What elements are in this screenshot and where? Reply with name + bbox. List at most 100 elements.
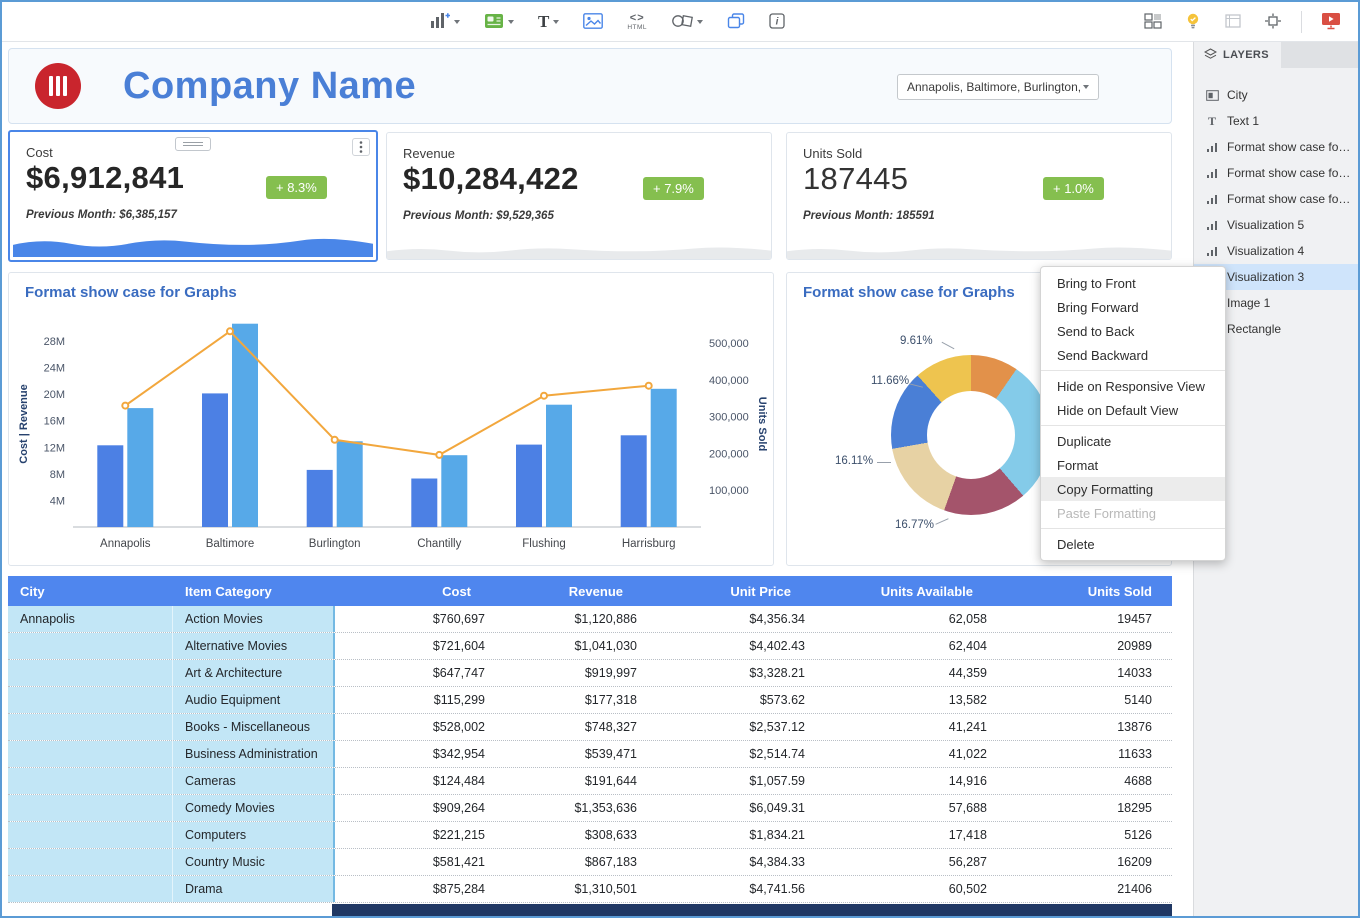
cell-value: $748,327: [497, 714, 649, 740]
menu-item-format[interactable]: Format: [1041, 453, 1225, 477]
insert-html-button[interactable]: <> HTML: [624, 10, 650, 35]
kpi-change-badge: + 8.3%: [266, 176, 327, 199]
rectangle-widget[interactable]: [332, 904, 1172, 916]
layer-item-text-1[interactable]: TText 1: [1194, 108, 1358, 134]
cell-city: [8, 795, 173, 821]
drag-handle[interactable]: [175, 137, 211, 151]
cell-value: 21406: [999, 876, 1172, 902]
cell-city: [8, 741, 173, 767]
kebab-icon: [359, 140, 363, 154]
data-table-widget[interactable]: CityItem CategoryCostRevenueUnit PriceUn…: [8, 576, 1172, 903]
cell-value: $721,604: [335, 633, 497, 659]
layer-item-label: Visualization 5: [1227, 218, 1304, 232]
kpi-card-revenue[interactable]: Revenue $10,284,422 + 7.9% Previous Mont…: [386, 132, 772, 260]
combo-chart: 4M8M12M16M20M24M28M100,000200,000300,000…: [13, 309, 769, 563]
cell-value: $1,120,886: [497, 606, 649, 632]
cell-value: 13876: [999, 714, 1172, 740]
sparkline-wave: [387, 245, 771, 259]
menu-item-copy-formatting[interactable]: Copy Formatting: [1041, 477, 1225, 501]
table-row: Art & Architecture$647,747$919,997$3,328…: [8, 660, 1172, 687]
city-filter-dropdown[interactable]: Annapolis, Baltimore, Burlington, …: [897, 74, 1099, 100]
cell-value: 5126: [999, 822, 1172, 848]
frame-button[interactable]: [1221, 10, 1245, 35]
cell-category: Cameras: [173, 768, 335, 794]
column-header-units-sold[interactable]: Units Sold: [999, 576, 1172, 606]
widget-menu-button[interactable]: [352, 138, 370, 156]
cell-city: [8, 822, 173, 848]
menu-separator: [1041, 370, 1225, 371]
cell-value: 11633: [999, 741, 1172, 767]
column-header-item-category[interactable]: Item Category: [173, 576, 335, 606]
insert-text-button[interactable]: T: [535, 9, 562, 35]
combo-chart-widget[interactable]: Format show case for Graphs 4M8M12M16M20…: [8, 272, 774, 566]
insert-chart-button[interactable]: [427, 9, 463, 36]
view-tools-group: [1141, 2, 1344, 42]
cell-value: 20989: [999, 633, 1172, 659]
dashboard-header-widget[interactable]: Company Name Annapolis, Baltimore, Burli…: [8, 48, 1172, 124]
donut-label: 11.66%: [871, 375, 909, 387]
menu-item-delete[interactable]: Delete: [1041, 532, 1225, 556]
menu-item-hide-on-default-view[interactable]: Hide on Default View: [1041, 398, 1225, 422]
cell-value: 41,022: [817, 741, 999, 767]
cell-value: 60,502: [817, 876, 999, 902]
layer-item-format-show-case-for[interactable]: Format show case for ...: [1194, 186, 1358, 212]
top-toolbar: T <> HTML i: [2, 2, 1358, 42]
duplicate-widget-button[interactable]: [724, 10, 748, 35]
cell-value: $867,183: [497, 849, 649, 875]
chart-title: Format show case for Graphs: [803, 284, 1015, 301]
svg-text:24M: 24M: [44, 363, 65, 375]
layers-tab[interactable]: LAYERS: [1194, 42, 1281, 68]
sparkline-wave: [13, 235, 373, 257]
cell-city: [8, 876, 173, 902]
menu-item-send-to-back[interactable]: Send to Back: [1041, 319, 1225, 343]
cell-city: [8, 768, 173, 794]
layout-button[interactable]: [1141, 10, 1165, 35]
cell-value: $573.62: [649, 687, 817, 713]
menu-item-bring-forward[interactable]: Bring Forward: [1041, 295, 1225, 319]
info-button[interactable]: i: [766, 10, 788, 35]
menu-item-bring-to-front[interactable]: Bring to Front: [1041, 271, 1225, 295]
menu-item-hide-on-responsive-view[interactable]: Hide on Responsive View: [1041, 374, 1225, 398]
insert-image-button[interactable]: [580, 10, 606, 35]
layer-item-city[interactable]: City: [1194, 82, 1358, 108]
cell-category: Audio Equipment: [173, 687, 335, 713]
theme-picker-button[interactable]: [481, 10, 517, 35]
cell-value: $875,284: [335, 876, 497, 902]
svg-text:i: i: [776, 16, 779, 27]
kpi-card-units-sold[interactable]: Units Sold 187445 + 1.0% Previous Month:…: [786, 132, 1172, 260]
column-header-city[interactable]: City: [8, 576, 173, 606]
insights-button[interactable]: [1181, 9, 1205, 36]
shapes-icon: [671, 13, 693, 32]
company-name-title: Company Name: [123, 65, 416, 108]
menu-item-send-backward[interactable]: Send Backward: [1041, 343, 1225, 367]
cell-value: 5140: [999, 687, 1172, 713]
column-header-unit-price[interactable]: Unit Price: [649, 576, 817, 606]
column-header-units-available[interactable]: Units Available: [817, 576, 999, 606]
layout-grid-icon: [1144, 13, 1162, 32]
cell-category: Books - Miscellaneous: [173, 714, 335, 740]
cell-value: 16209: [999, 849, 1172, 875]
cell-value: $2,514.74: [649, 741, 817, 767]
layer-item-visualization-4[interactable]: Visualization 4: [1194, 238, 1358, 264]
layer-item-format-show-case-for[interactable]: Format show case for ...: [1194, 134, 1358, 160]
image-icon: [583, 13, 603, 32]
present-button[interactable]: [1318, 9, 1344, 36]
table-row: Computers$221,215$308,633$1,834.2117,418…: [8, 822, 1172, 849]
text-icon: T: [538, 12, 549, 32]
cell-value: $647,747: [335, 660, 497, 686]
insert-shape-button[interactable]: [668, 10, 706, 35]
layer-item-format-show-case-for[interactable]: Format show case for ...: [1194, 160, 1358, 186]
menu-separator: [1041, 425, 1225, 426]
cell-city: [8, 849, 173, 875]
column-header-cost[interactable]: Cost: [335, 576, 497, 606]
kpi-card-cost[interactable]: Cost $6,912,841 + 8.3% Previous Month: $…: [8, 130, 378, 262]
cell-value: $1,310,501: [497, 876, 649, 902]
layer-item-visualization-5[interactable]: Visualization 5: [1194, 212, 1358, 238]
cell-value: 57,688: [817, 795, 999, 821]
cell-category: Art & Architecture: [173, 660, 335, 686]
menu-item-duplicate[interactable]: Duplicate: [1041, 429, 1225, 453]
column-header-revenue[interactable]: Revenue: [497, 576, 649, 606]
svg-text:Burlington: Burlington: [309, 538, 361, 550]
snap-to-grid-button[interactable]: [1261, 10, 1285, 35]
svg-text:Cost | Revenue: Cost | Revenue: [18, 384, 30, 464]
